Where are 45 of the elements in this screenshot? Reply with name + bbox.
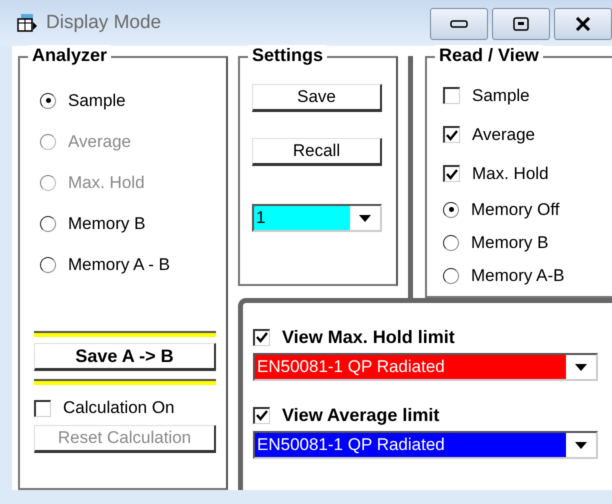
close-button[interactable] xyxy=(554,8,612,40)
option-label: Memory A-B xyxy=(471,266,565,286)
settings-button[interactable]: Save xyxy=(252,84,382,112)
option-label: Max. Hold xyxy=(472,164,549,184)
option-label: Average xyxy=(68,132,132,152)
checkbox-label: Calculation On xyxy=(63,398,175,418)
checkbox[interactable] xyxy=(443,126,460,143)
radio-button[interactable] xyxy=(40,256,56,272)
checkbox[interactable] xyxy=(253,406,270,424)
dropdown-arrow-icon xyxy=(575,364,587,370)
restore-icon xyxy=(513,17,529,31)
save-a-to-b-button[interactable]: Save A -> B xyxy=(34,343,216,371)
dropdown-arrow-icon xyxy=(575,442,587,448)
window-title: Display Mode xyxy=(46,12,162,34)
radio-button[interactable] xyxy=(40,92,56,108)
option-label: Memory Off xyxy=(471,200,560,220)
checkbox[interactable] xyxy=(443,165,460,182)
option-label: Average xyxy=(472,124,536,144)
dropdown-arrow-icon xyxy=(359,214,371,222)
restore-button[interactable] xyxy=(492,8,550,40)
limit-label: View Max. Hold limit xyxy=(282,326,455,348)
checkbox[interactable] xyxy=(34,400,51,416)
close-icon xyxy=(575,17,591,31)
radio-button[interactable] xyxy=(443,268,459,284)
option-label: Memory B xyxy=(471,232,548,252)
minimize-button[interactable] xyxy=(430,8,488,40)
limit-label: View Average limit xyxy=(282,404,440,426)
app-icon xyxy=(16,13,38,33)
limit-dropdown[interactable]: EN50081-1 QP Radiated xyxy=(253,353,598,381)
option-label: Sample xyxy=(472,86,530,106)
minimize-icon xyxy=(450,20,468,28)
group-title: Settings xyxy=(248,45,328,66)
option-label: Sample xyxy=(68,90,126,110)
option-label: Memory B xyxy=(68,214,146,234)
settings-button[interactable]: Recall xyxy=(252,138,382,166)
option-label: Memory A - B xyxy=(68,254,170,274)
radio-button[interactable] xyxy=(40,216,56,232)
slot-dropdown[interactable]: 1 xyxy=(252,204,382,232)
option-label: Max. Hold xyxy=(68,172,145,192)
checkbox[interactable] xyxy=(253,328,270,346)
group-title: Analyzer xyxy=(28,45,112,66)
limit-dropdown[interactable]: EN50081-1 QP Radiated xyxy=(253,431,598,459)
radio-button[interactable] xyxy=(443,234,459,250)
radio-button[interactable] xyxy=(443,202,459,218)
checkbox[interactable] xyxy=(443,87,460,104)
